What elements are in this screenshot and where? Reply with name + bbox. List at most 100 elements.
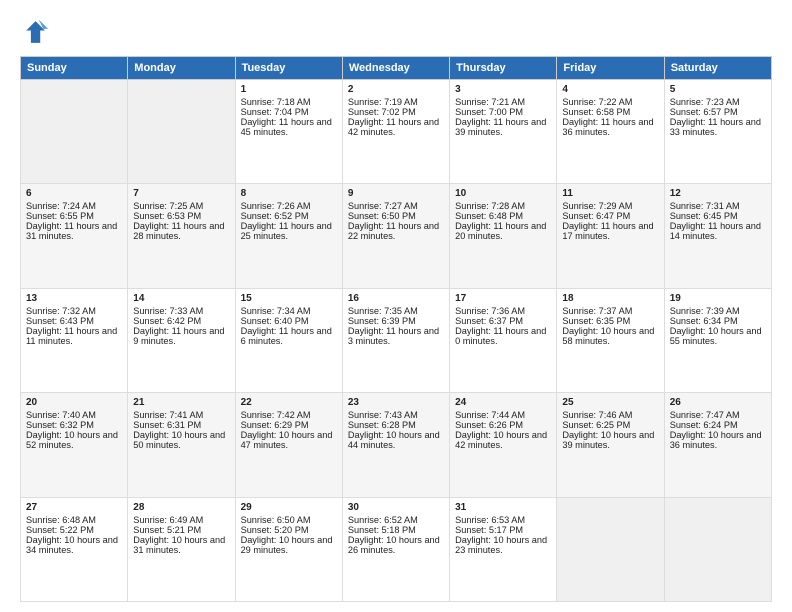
day-cell: 11Sunrise: 7:29 AMSunset: 6:47 PMDayligh… [557,184,664,288]
day-info: Sunrise: 7:22 AM [562,97,658,107]
day-info: Sunset: 6:52 PM [241,211,337,221]
day-info: Daylight: 10 hours and 34 minutes. [26,535,122,555]
day-cell: 16Sunrise: 7:35 AMSunset: 6:39 PMDayligh… [342,288,449,392]
day-info: Daylight: 11 hours and 9 minutes. [133,326,229,346]
day-info: Sunrise: 6:48 AM [26,515,122,525]
header-thursday: Thursday [450,57,557,80]
header-tuesday: Tuesday [235,57,342,80]
day-number: 31 [455,502,551,513]
calendar-table: SundayMondayTuesdayWednesdayThursdayFrid… [20,56,772,602]
day-cell: 26Sunrise: 7:47 AMSunset: 6:24 PMDayligh… [664,393,771,497]
day-info: Sunrise: 7:27 AM [348,201,444,211]
day-info: Sunset: 6:40 PM [241,316,337,326]
day-info: Sunrise: 7:18 AM [241,97,337,107]
day-info: Daylight: 10 hours and 52 minutes. [26,430,122,450]
day-number: 22 [241,397,337,408]
day-number: 13 [26,293,122,304]
day-cell: 12Sunrise: 7:31 AMSunset: 6:45 PMDayligh… [664,184,771,288]
week-row: 6Sunrise: 7:24 AMSunset: 6:55 PMDaylight… [21,184,772,288]
day-info: Sunrise: 7:33 AM [133,306,229,316]
day-info: Daylight: 11 hours and 45 minutes. [241,117,337,137]
header-monday: Monday [128,57,235,80]
day-number: 21 [133,397,229,408]
day-info: Sunrise: 7:47 AM [670,410,766,420]
day-cell: 4Sunrise: 7:22 AMSunset: 6:58 PMDaylight… [557,80,664,184]
logo-icon [20,18,48,46]
header-sunday: Sunday [21,57,128,80]
day-info: Sunset: 6:39 PM [348,316,444,326]
day-info: Daylight: 10 hours and 31 minutes. [133,535,229,555]
logo [20,18,52,46]
day-info: Sunrise: 7:40 AM [26,410,122,420]
day-number: 11 [562,188,658,199]
day-cell [21,80,128,184]
day-info: Sunrise: 7:19 AM [348,97,444,107]
day-cell: 20Sunrise: 7:40 AMSunset: 6:32 PMDayligh… [21,393,128,497]
day-cell: 28Sunrise: 6:49 AMSunset: 5:21 PMDayligh… [128,497,235,601]
day-cell [557,497,664,601]
day-info: Sunrise: 7:36 AM [455,306,551,316]
day-info: Sunrise: 6:53 AM [455,515,551,525]
day-cell: 19Sunrise: 7:39 AMSunset: 6:34 PMDayligh… [664,288,771,392]
day-info: Sunset: 6:48 PM [455,211,551,221]
day-info: Daylight: 10 hours and 44 minutes. [348,430,444,450]
day-number: 10 [455,188,551,199]
day-number: 18 [562,293,658,304]
day-cell: 5Sunrise: 7:23 AMSunset: 6:57 PMDaylight… [664,80,771,184]
day-cell: 24Sunrise: 7:44 AMSunset: 6:26 PMDayligh… [450,393,557,497]
day-info: Sunset: 6:32 PM [26,420,122,430]
day-info: Sunset: 6:35 PM [562,316,658,326]
day-info: Sunset: 5:17 PM [455,525,551,535]
day-info: Sunset: 6:58 PM [562,107,658,117]
day-info: Sunset: 6:37 PM [455,316,551,326]
day-info: Daylight: 11 hours and 31 minutes. [26,221,122,241]
day-info: Daylight: 11 hours and 33 minutes. [670,117,766,137]
day-number: 23 [348,397,444,408]
day-info: Daylight: 11 hours and 28 minutes. [133,221,229,241]
day-cell: 30Sunrise: 6:52 AMSunset: 5:18 PMDayligh… [342,497,449,601]
day-info: Daylight: 11 hours and 39 minutes. [455,117,551,137]
week-row: 27Sunrise: 6:48 AMSunset: 5:22 PMDayligh… [21,497,772,601]
day-cell: 25Sunrise: 7:46 AMSunset: 6:25 PMDayligh… [557,393,664,497]
day-cell: 1Sunrise: 7:18 AMSunset: 7:04 PMDaylight… [235,80,342,184]
day-cell: 18Sunrise: 7:37 AMSunset: 6:35 PMDayligh… [557,288,664,392]
week-row: 20Sunrise: 7:40 AMSunset: 6:32 PMDayligh… [21,393,772,497]
day-cell: 29Sunrise: 6:50 AMSunset: 5:20 PMDayligh… [235,497,342,601]
day-info: Sunset: 5:21 PM [133,525,229,535]
day-cell: 8Sunrise: 7:26 AMSunset: 6:52 PMDaylight… [235,184,342,288]
day-info: Sunset: 6:43 PM [26,316,122,326]
day-cell [664,497,771,601]
day-info: Sunset: 6:42 PM [133,316,229,326]
day-info: Daylight: 10 hours and 42 minutes. [455,430,551,450]
day-info: Sunrise: 7:39 AM [670,306,766,316]
day-info: Daylight: 10 hours and 50 minutes. [133,430,229,450]
day-info: Sunset: 5:18 PM [348,525,444,535]
day-number: 24 [455,397,551,408]
day-info: Sunset: 6:34 PM [670,316,766,326]
day-info: Sunrise: 6:49 AM [133,515,229,525]
day-info: Daylight: 11 hours and 14 minutes. [670,221,766,241]
day-cell: 3Sunrise: 7:21 AMSunset: 7:00 PMDaylight… [450,80,557,184]
day-number: 19 [670,293,766,304]
day-info: Daylight: 10 hours and 39 minutes. [562,430,658,450]
day-info: Sunset: 6:50 PM [348,211,444,221]
day-cell: 13Sunrise: 7:32 AMSunset: 6:43 PMDayligh… [21,288,128,392]
day-cell: 31Sunrise: 6:53 AMSunset: 5:17 PMDayligh… [450,497,557,601]
day-number: 30 [348,502,444,513]
page: SundayMondayTuesdayWednesdayThursdayFrid… [0,0,792,612]
day-info: Sunrise: 7:41 AM [133,410,229,420]
header-friday: Friday [557,57,664,80]
day-number: 15 [241,293,337,304]
day-info: Sunrise: 7:28 AM [455,201,551,211]
day-number: 9 [348,188,444,199]
day-cell [128,80,235,184]
day-info: Daylight: 11 hours and 25 minutes. [241,221,337,241]
day-info: Daylight: 10 hours and 58 minutes. [562,326,658,346]
day-info: Sunrise: 7:24 AM [26,201,122,211]
day-info: Daylight: 11 hours and 3 minutes. [348,326,444,346]
day-number: 16 [348,293,444,304]
day-number: 2 [348,84,444,95]
day-info: Daylight: 10 hours and 47 minutes. [241,430,337,450]
day-cell: 7Sunrise: 7:25 AMSunset: 6:53 PMDaylight… [128,184,235,288]
day-info: Sunset: 6:55 PM [26,211,122,221]
